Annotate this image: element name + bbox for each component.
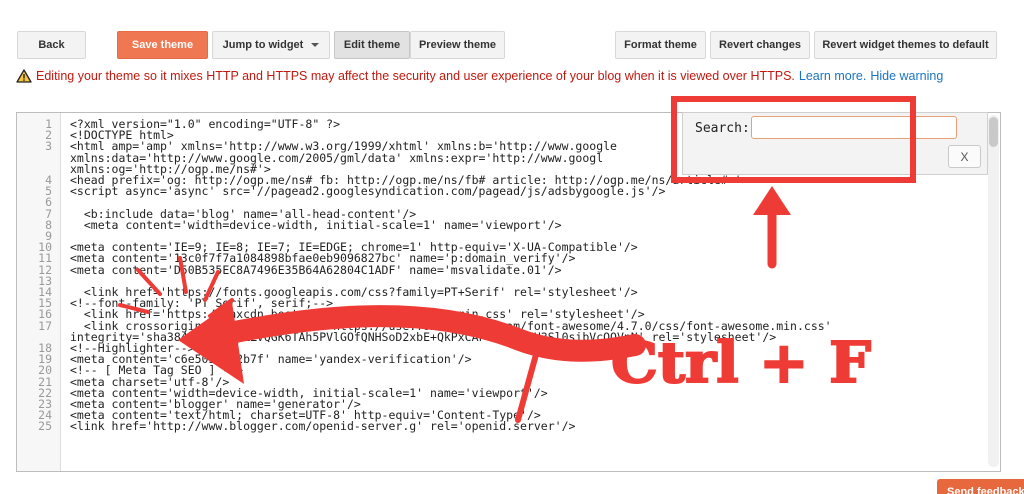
send-feedback-button[interactable]: Send feedback — [937, 479, 1024, 494]
search-input[interactable] — [751, 116, 957, 139]
search-panel: Search: X — [682, 112, 988, 175]
search-label: Search: — [695, 121, 750, 136]
code-line[interactable]: <meta content='D50B535EC8A7496E35B64A628… — [70, 264, 562, 276]
warning-text: Editing your theme so it mixes HTTP and … — [36, 69, 795, 83]
save-theme-button[interactable]: Save theme — [117, 31, 208, 59]
mixed-content-warning: Editing your theme so it mixes HTTP and … — [16, 69, 943, 83]
warning-triangle-icon — [16, 69, 32, 83]
preview-theme-button[interactable]: Preview theme — [410, 31, 505, 59]
code-line[interactable]: <script async='async' src='//pagead2.goo… — [70, 185, 665, 197]
line-number: 17 — [38, 318, 52, 333]
back-button[interactable]: Back — [17, 31, 86, 59]
edit-theme-button[interactable]: Edit theme — [334, 31, 410, 59]
line-number: 3 — [45, 139, 52, 154]
format-theme-button[interactable]: Format theme — [615, 31, 706, 59]
scrollbar-thumb[interactable] — [989, 117, 998, 147]
code-line[interactable]: <meta content='width=device-width, initi… — [70, 219, 562, 231]
vertical-scrollbar[interactable] — [988, 115, 999, 467]
line-number: 25 — [38, 419, 52, 434]
jump-to-widget-dropdown[interactable]: Jump to widget — [212, 31, 330, 59]
close-search-button[interactable]: X — [948, 145, 981, 168]
line-number-gutter: 1 2 3 4 5 6 7 8 9 10 11 12 13 14 15 16 17 18 19 20 21 22 23 24 2… — [17, 113, 61, 471]
learn-more-link[interactable]: Learn more. — [799, 69, 866, 83]
jump-to-widget-label: Jump to widget — [222, 39, 304, 51]
chevron-down-icon — [311, 43, 320, 47]
revert-widget-themes-button[interactable]: Revert widget themes to default — [814, 31, 997, 59]
revert-changes-button[interactable]: Revert changes — [710, 31, 810, 59]
code-line[interactable]: <link href='http://www.blogger.com/openi… — [70, 421, 575, 433]
hide-warning-link[interactable]: Hide warning — [870, 69, 943, 83]
